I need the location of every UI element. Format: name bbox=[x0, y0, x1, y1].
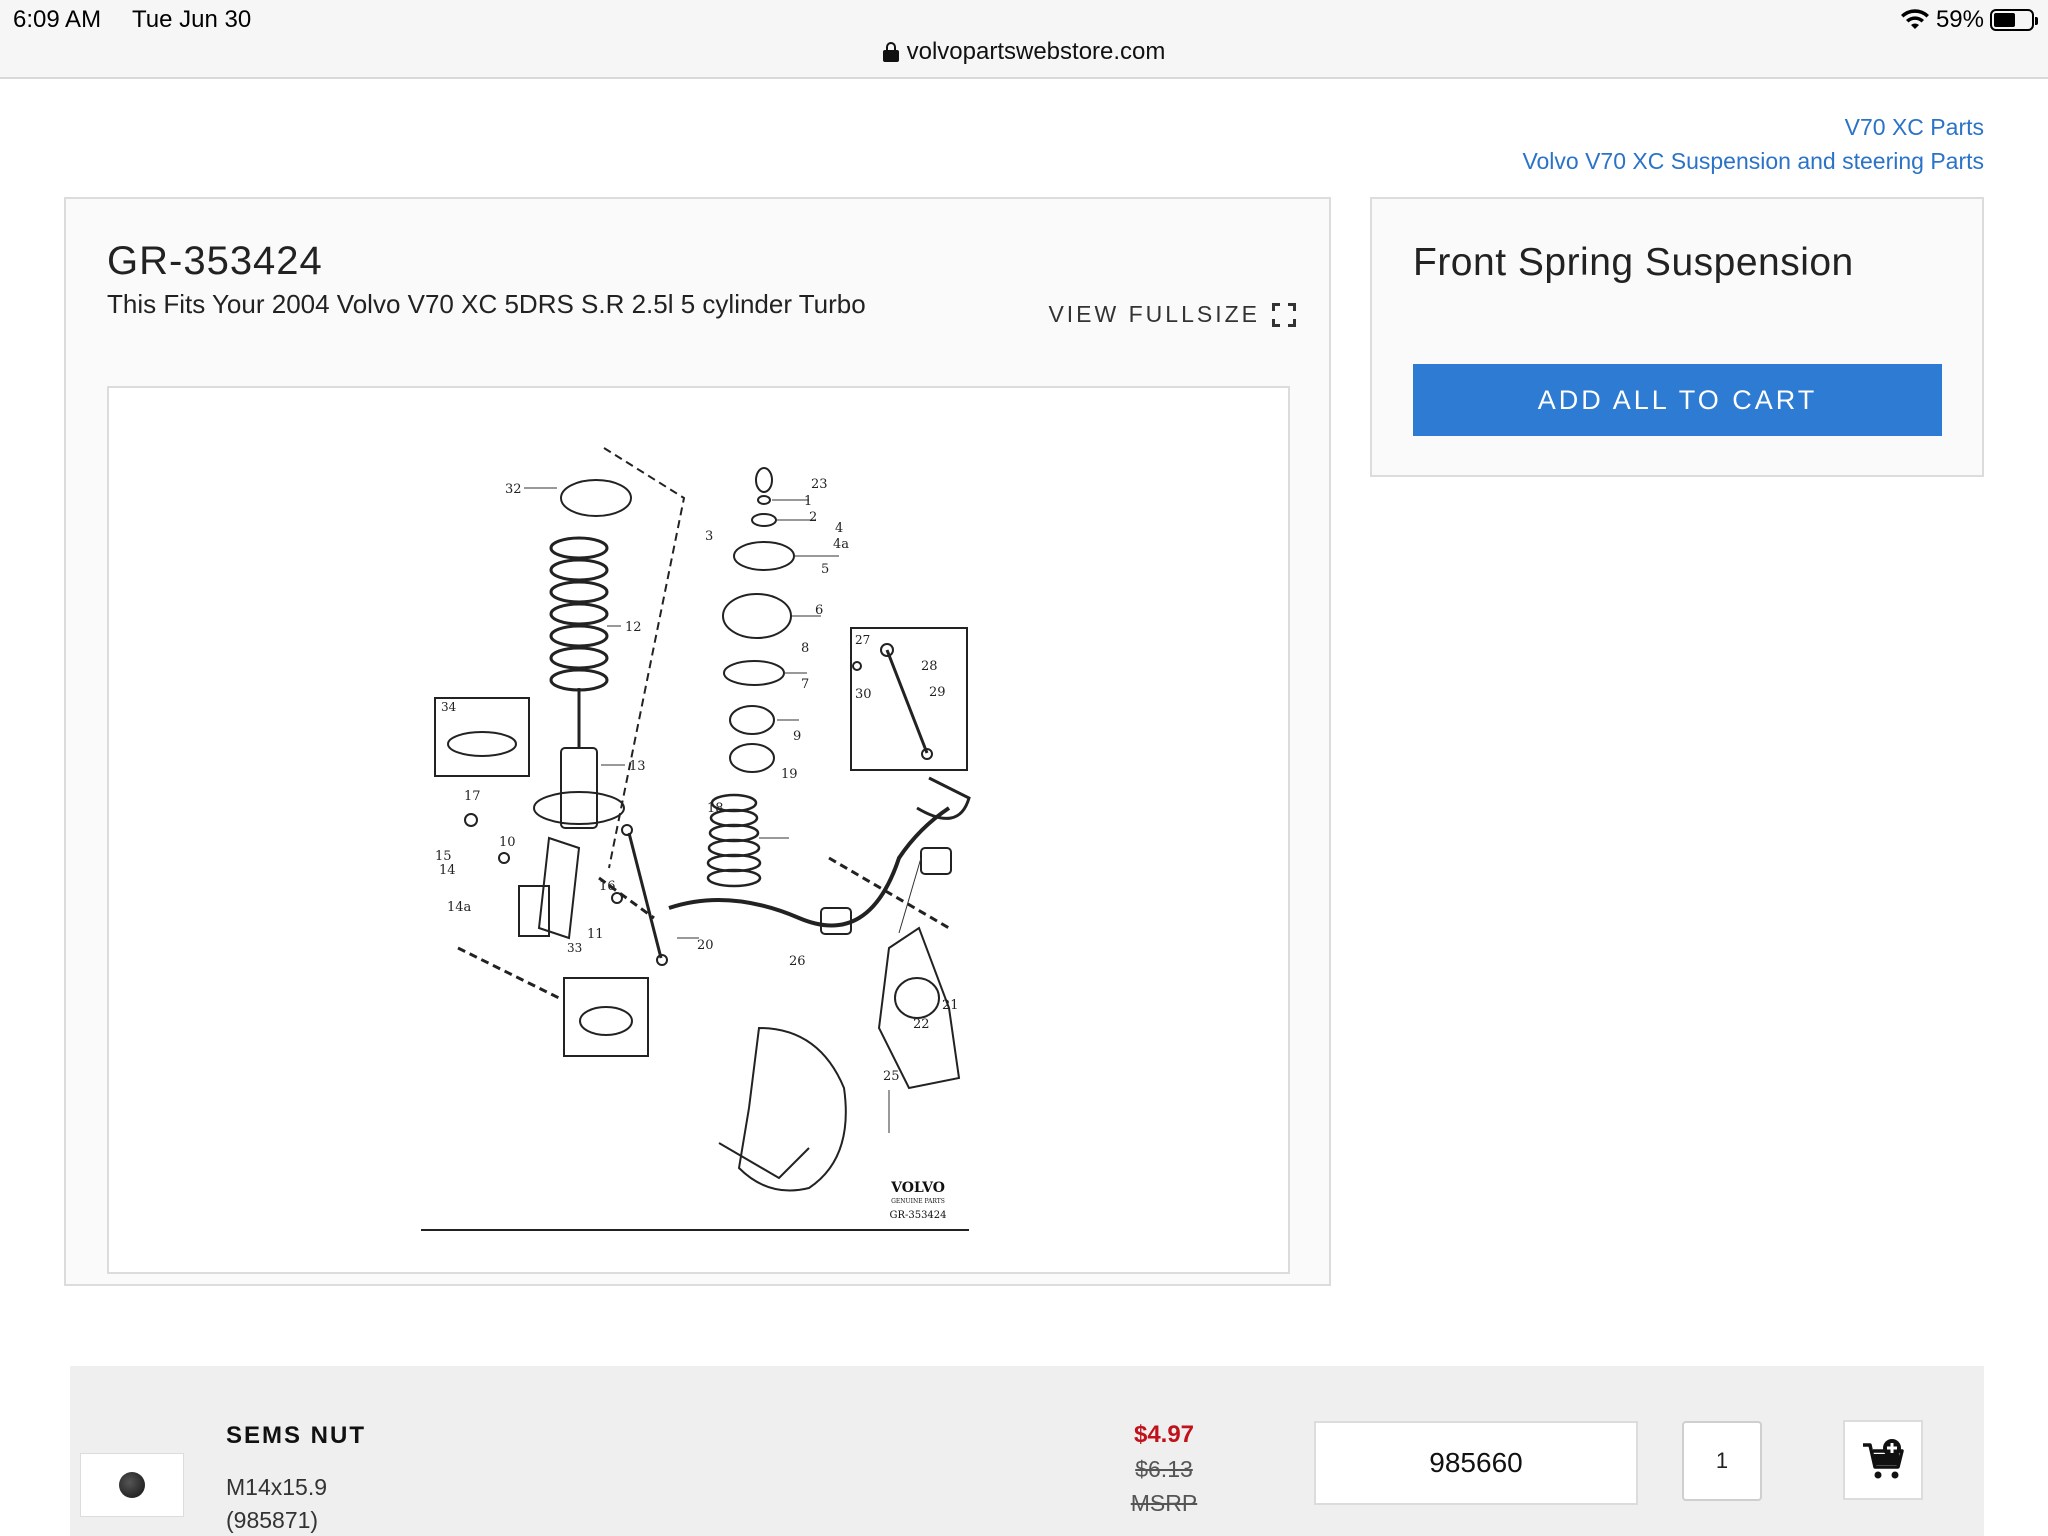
msrp-label: MSRP bbox=[1130, 1490, 1198, 1516]
table-row: SEMS NUT M14x15.9 (985871) $4.97 $6.13 M… bbox=[70, 1366, 1984, 1536]
view-fullsize-button[interactable]: VIEW FULLSIZE bbox=[1048, 301, 1296, 328]
status-bar: 6:09 AM Tue Jun 30 59% volvopartswebstor… bbox=[0, 0, 2048, 79]
volvo-logo: VOLVO bbox=[890, 1180, 945, 1196]
callout-label: 16 bbox=[599, 879, 616, 894]
callout-label: 10 bbox=[499, 835, 516, 850]
callout-label: 30 bbox=[855, 687, 872, 702]
callout-label: 25 bbox=[883, 1069, 900, 1084]
sale-price: $4.97 bbox=[1133, 1421, 1195, 1448]
callout-label: 22 bbox=[913, 1017, 930, 1032]
callout-label: 21 bbox=[942, 998, 959, 1013]
callout-label: 2 bbox=[809, 510, 817, 525]
expand-icon bbox=[1272, 302, 1296, 327]
add-all-to-cart-button[interactable]: ADD ALL TO CART bbox=[1413, 364, 1942, 436]
diagram-image-code: GR-353424 bbox=[889, 1210, 946, 1221]
callout-label: 14 bbox=[439, 863, 456, 878]
callout-label: 12 bbox=[625, 620, 642, 635]
callout-label: 33 bbox=[567, 941, 582, 955]
callout-label: 4a bbox=[833, 537, 849, 552]
diagram-code: GR-353424 bbox=[107, 239, 323, 283]
callout-label: 34 bbox=[441, 700, 457, 714]
callout-label: 13 bbox=[629, 759, 646, 774]
status-date: Tue Jun 30 bbox=[132, 6, 252, 33]
callout-label: 17 bbox=[464, 789, 481, 804]
breadcrumb-suspension-parts[interactable]: Volvo V70 XC Suspension and steering Par… bbox=[1522, 144, 1984, 178]
suspension-diagram: 32 12 34 13 17 10 15 14 14a 16 11 23 1 2… bbox=[421, 447, 971, 1231]
add-to-cart-button[interactable] bbox=[1843, 1420, 1923, 1500]
callout-label: 8 bbox=[801, 641, 809, 656]
callout-label: 14a bbox=[447, 900, 472, 915]
url-bar[interactable]: volvopartswebstore.com bbox=[0, 38, 2048, 66]
volvo-logo-sub: GENUINE PARTS bbox=[891, 1198, 945, 1205]
wifi-icon bbox=[1900, 9, 1929, 29]
breadcrumb: V70 XC Parts Volvo V70 XC Suspension and… bbox=[1522, 110, 1984, 178]
callout-label: 9 bbox=[793, 729, 801, 744]
callout-label: 26 bbox=[789, 954, 806, 969]
battery-level bbox=[1994, 13, 2016, 27]
battery-icon bbox=[1990, 9, 2038, 31]
part-thumbnail[interactable] bbox=[80, 1453, 184, 1517]
callout-label: 15 bbox=[435, 849, 452, 864]
callout-label: 4 bbox=[835, 521, 843, 536]
status-right: 59% bbox=[1900, 6, 2038, 34]
callout-label: 18 bbox=[707, 801, 724, 816]
callout-label: 19 bbox=[781, 767, 798, 782]
view-fullsize-label: VIEW FULLSIZE bbox=[1048, 301, 1260, 327]
callout-label: 1 bbox=[804, 494, 812, 509]
callout-label: 6 bbox=[815, 603, 823, 618]
callout-label: 29 bbox=[929, 685, 946, 700]
diagram-image[interactable]: 32 12 34 13 17 10 15 14 14a 16 11 23 1 2… bbox=[107, 386, 1290, 1274]
callout-label: 23 bbox=[811, 477, 828, 492]
callout-label: 3 bbox=[705, 529, 713, 544]
lock-icon bbox=[882, 42, 899, 62]
callout-label: 28 bbox=[921, 659, 938, 674]
battery-percent: 59% bbox=[1935, 6, 1984, 33]
breadcrumb-v70xc-parts[interactable]: V70 XC Parts bbox=[1522, 110, 1984, 144]
callout-label: 27 bbox=[855, 633, 870, 647]
title-card: Front Spring Suspension ADD ALL TO CART bbox=[1370, 197, 1984, 477]
add-to-cart-icon bbox=[1863, 1439, 1904, 1479]
quantity-input[interactable] bbox=[1682, 1421, 1762, 1501]
diagram-card: GR-353424 This Fits Your 2004 Volvo V70 … bbox=[64, 197, 1331, 1286]
part-name[interactable]: SEMS NUT bbox=[226, 1422, 366, 1450]
callout-label: 11 bbox=[587, 927, 604, 942]
url-text[interactable]: volvopartswebstore.com bbox=[907, 38, 1166, 66]
callout-label: 7 bbox=[801, 677, 809, 692]
callout-label: 32 bbox=[505, 482, 522, 497]
fitment-text: This Fits Your 2004 Volvo V70 XC 5DRS S.… bbox=[107, 289, 866, 319]
status-time: 6:09 AM bbox=[13, 6, 102, 33]
part-number: (985871) bbox=[226, 1507, 319, 1533]
part-number-field[interactable] bbox=[1314, 1421, 1638, 1505]
price-box: $4.97 $6.13 MSRP bbox=[1104, 1418, 1224, 1520]
callout-label: 20 bbox=[697, 938, 714, 953]
part-spec: M14x15.9 bbox=[226, 1474, 328, 1500]
page-title: Front Spring Suspension bbox=[1413, 241, 1854, 284]
original-price: $6.13 bbox=[1135, 1456, 1193, 1482]
nut-image bbox=[119, 1472, 145, 1498]
callout-label: 5 bbox=[821, 562, 829, 577]
